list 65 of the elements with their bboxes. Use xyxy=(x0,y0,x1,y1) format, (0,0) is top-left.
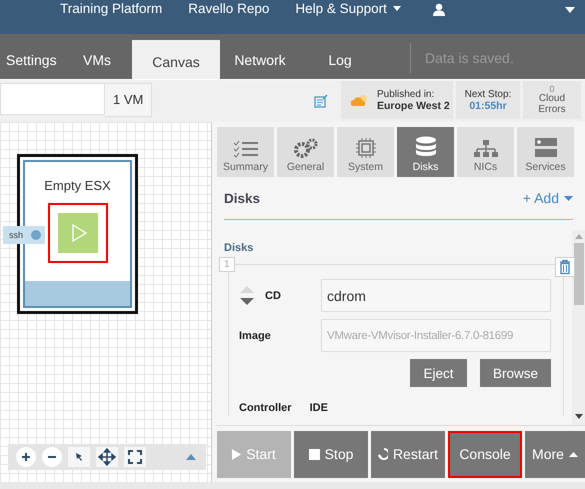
hierarchy-icon xyxy=(474,140,498,158)
collapse-icon[interactable] xyxy=(186,454,196,460)
next-stop-label: Next Stop: xyxy=(464,88,512,100)
scrollbar-thumb[interactable] xyxy=(574,243,584,305)
vm-name: Empty ESX xyxy=(44,178,111,193)
trash-icon[interactable] xyxy=(555,257,575,277)
caret-icon[interactable] xyxy=(565,7,575,13)
caret-icon xyxy=(392,6,401,11)
disk-name-field[interactable]: cdrom xyxy=(321,279,551,312)
panel-tab[interactable]: NICs xyxy=(457,127,514,177)
restart-icon xyxy=(378,448,388,460)
panel-tab[interactable]: Disks xyxy=(397,127,454,177)
action-button[interactable]: Restart xyxy=(371,430,445,478)
nav-link[interactable]: Training Platform xyxy=(60,1,162,16)
cloud-icon xyxy=(351,94,369,106)
image-label: Image xyxy=(239,330,272,342)
published-label: Published in: xyxy=(377,88,436,100)
published-region: Europe West 2 xyxy=(377,100,450,112)
caret-icon xyxy=(564,196,573,200)
checklist-icon xyxy=(232,140,258,158)
nav-link[interactable]: Ravello Repo xyxy=(188,1,270,16)
vm-count: 1 VM xyxy=(105,83,152,117)
controller-label: Controller xyxy=(239,402,292,414)
ssh-port[interactable]: ssh xyxy=(3,226,46,244)
fullscreen-icon[interactable] xyxy=(124,447,146,467)
play-icon xyxy=(232,448,242,460)
tab[interactable]: Network xyxy=(220,40,300,79)
scroll-down-icon[interactable] xyxy=(574,414,582,419)
action-button[interactable]: Stop xyxy=(294,430,368,478)
zoom-in-icon[interactable] xyxy=(16,447,36,467)
panel-tab[interactable]: General xyxy=(277,127,334,177)
disk-button[interactable]: Browse xyxy=(480,359,551,387)
panel-tab[interactable]: Summary xyxy=(217,127,274,177)
nav-link[interactable]: Help & Support xyxy=(295,1,401,16)
chip-icon xyxy=(356,138,376,158)
stop-icon xyxy=(308,448,320,460)
search-field[interactable] xyxy=(0,83,105,115)
panel-tab[interactable]: System xyxy=(337,127,394,177)
controller-value: IDE xyxy=(310,402,328,414)
next-stop-time: 01:55hr xyxy=(469,100,507,112)
zoom-out-icon[interactable] xyxy=(42,447,62,467)
database-icon xyxy=(414,136,436,158)
move-icon[interactable] xyxy=(96,447,118,467)
tab[interactable]: Settings xyxy=(0,40,62,79)
disk-index: 1 xyxy=(219,257,235,272)
section-title: Disks xyxy=(224,190,260,206)
gears-icon xyxy=(294,138,318,158)
reorder-arrows-icon[interactable] xyxy=(239,284,255,308)
panel-tab[interactable]: Services xyxy=(517,127,574,177)
action-button[interactable]: More xyxy=(525,430,585,478)
tab[interactable]: Log xyxy=(300,40,380,79)
pointer-icon[interactable] xyxy=(68,447,90,467)
cloud-errors-label: Cloud Errors xyxy=(537,94,567,116)
tab[interactable]: VMs xyxy=(62,40,132,79)
disk-button[interactable]: Eject xyxy=(410,359,467,387)
caret-icon xyxy=(568,452,578,456)
user-icon[interactable] xyxy=(432,3,445,16)
error-count: 0 xyxy=(549,84,554,94)
disk-type: CD xyxy=(265,290,282,302)
action-button[interactable]: Console xyxy=(448,430,522,478)
disks-label: Disks xyxy=(224,242,254,254)
tab[interactable]: Canvas xyxy=(132,40,220,79)
add-dropdown[interactable]: + Add xyxy=(522,190,573,206)
vm-start-area[interactable] xyxy=(48,203,108,263)
server-icon xyxy=(534,138,556,158)
